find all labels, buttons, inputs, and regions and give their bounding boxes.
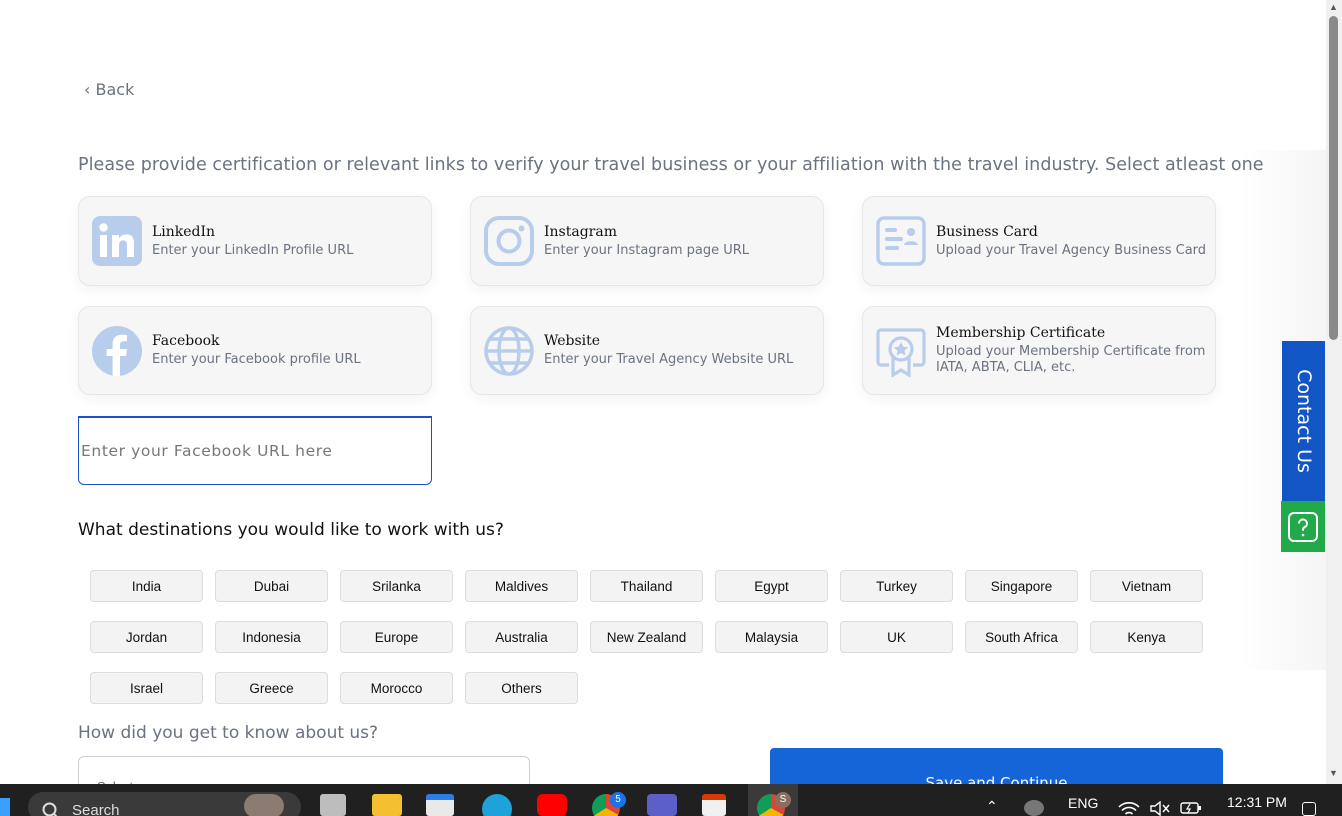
- calendar-app-icon[interactable]: [702, 794, 732, 816]
- destination-chip-indonesia[interactable]: Indonesia: [215, 621, 328, 653]
- scroll-up-arrow-icon[interactable]: ▲: [1329, 2, 1338, 12]
- website-card[interactable]: Website Enter your Travel Agency Website…: [470, 306, 824, 395]
- destination-chip-vietnam[interactable]: Vietnam: [1090, 570, 1203, 602]
- scroll-thumb[interactable]: [1329, 16, 1338, 340]
- card-subtitle: Enter your Facebook profile URL: [152, 352, 361, 367]
- destination-chip-morocco[interactable]: Morocco: [340, 672, 453, 704]
- volume-muted-icon[interactable]: [1150, 801, 1170, 816]
- destination-chip-egypt[interactable]: Egypt: [715, 570, 828, 602]
- destination-chip-turkey[interactable]: Turkey: [840, 570, 953, 602]
- destination-chip-israel[interactable]: Israel: [90, 672, 203, 704]
- destination-chip-europe[interactable]: Europe: [340, 621, 453, 653]
- card-title: Membership Certificate: [936, 325, 1106, 341]
- instagram-card[interactable]: Instagram Enter your Instagram page URL: [470, 196, 824, 286]
- destination-chip-south-africa[interactable]: South Africa: [965, 621, 1078, 653]
- file-explorer-icon[interactable]: [372, 794, 402, 816]
- destination-chip-australia[interactable]: Australia: [465, 621, 578, 653]
- linkedin-card[interactable]: LinkedIn Enter your LinkedIn Profile URL: [78, 196, 432, 286]
- facebook-url-input[interactable]: [78, 416, 432, 485]
- instagram-icon: [483, 215, 535, 267]
- instructions-text: Please provide certification or relevant…: [78, 155, 1264, 175]
- taskbar-search[interactable]: Search: [28, 792, 301, 816]
- card-subtitle-line2: IATA, ABTA, CLIA, etc.: [936, 360, 1076, 375]
- card-title: Facebook: [152, 333, 220, 349]
- chrome-profile-badge: S: [775, 792, 791, 808]
- back-link[interactable]: ‹ Back: [84, 80, 134, 99]
- card-subtitle: Enter your Travel Agency Website URL: [544, 352, 794, 367]
- business-card-icon: [875, 215, 927, 267]
- notification-icon[interactable]: [1302, 802, 1316, 816]
- page: ‹ Back Please provide certification or r…: [0, 0, 1342, 816]
- destination-chip-thailand[interactable]: Thailand: [590, 570, 703, 602]
- chrome-icon[interactable]: 5: [592, 792, 626, 816]
- destination-chip-jordan[interactable]: Jordan: [90, 621, 203, 653]
- destination-chip-malaysia[interactable]: Malaysia: [715, 621, 828, 653]
- certificate-icon: [875, 325, 927, 377]
- wifi-icon[interactable]: [1118, 802, 1140, 816]
- destination-chip-srilanka[interactable]: Srilanka: [340, 570, 453, 602]
- search-highlight-icon: [244, 794, 284, 816]
- store-icon[interactable]: [426, 794, 456, 816]
- business-card-card[interactable]: Business Card Upload your Travel Agency …: [862, 196, 1216, 286]
- facebook-card[interactable]: Facebook Enter your Facebook profile URL: [78, 306, 432, 395]
- edge-icon[interactable]: [482, 794, 512, 816]
- destination-chip-india[interactable]: India: [90, 570, 203, 602]
- question-icon: [1288, 511, 1318, 542]
- tray-chevron-icon[interactable]: ⌃: [986, 798, 998, 815]
- destination-chip-others[interactable]: Others: [465, 672, 578, 704]
- destination-chip-dubai[interactable]: Dubai: [215, 570, 328, 602]
- destination-chip-new-zealand[interactable]: New Zealand: [590, 621, 703, 653]
- windows-start-icon[interactable]: [0, 798, 10, 816]
- language-indicator[interactable]: ENG: [1068, 795, 1098, 811]
- chrome-profile-icon[interactable]: S: [757, 792, 791, 816]
- search-icon: [42, 802, 58, 816]
- destination-chip-singapore[interactable]: Singapore: [965, 570, 1078, 602]
- contact-us-label: Contact Us: [1292, 369, 1315, 473]
- battery-icon[interactable]: [1180, 801, 1202, 815]
- source-heading: How did you get to know about us?: [78, 723, 379, 743]
- card-subtitle-line1: Upload your Membership Certificate from: [936, 344, 1206, 359]
- youtube-icon[interactable]: [537, 794, 567, 816]
- card-subtitle: Enter your LinkedIn Profile URL: [152, 242, 354, 258]
- help-button[interactable]: [1281, 501, 1325, 552]
- destination-chip-maldives[interactable]: Maldives: [465, 570, 578, 602]
- destination-chip-kenya[interactable]: Kenya: [1090, 621, 1203, 653]
- facebook-icon: [91, 325, 143, 377]
- taskbar-search-label: Search: [72, 802, 120, 816]
- contact-us-tab[interactable]: Contact Us: [1282, 341, 1325, 501]
- card-subtitle: Enter your Instagram page URL: [544, 242, 750, 258]
- destinations-heading: What destinations you would like to work…: [78, 520, 504, 540]
- card-subtitle: Upload your Membership Certificate from I…: [936, 344, 1205, 376]
- page-scrollbar[interactable]: ▲ ▼: [1326, 0, 1342, 784]
- destination-chip-greece[interactable]: Greece: [215, 672, 328, 704]
- linkedin-icon: [91, 215, 143, 267]
- card-title: Business Card: [936, 223, 1038, 240]
- card-title: LinkedIn: [152, 223, 216, 240]
- task-view-icon[interactable]: [318, 794, 348, 816]
- globe-icon: [483, 325, 535, 377]
- chrome-badge: 5: [610, 792, 626, 808]
- taskbar: Search 5 S ⌃ ENG 12:31 PM: [0, 784, 1342, 816]
- membership-certificate-card[interactable]: Membership Certificate Upload your Membe…: [862, 306, 1216, 395]
- destination-chip-uk[interactable]: UK: [840, 621, 953, 653]
- card-subtitle: Upload your Travel Agency Business Card: [936, 242, 1207, 258]
- card-title: Website: [544, 333, 601, 349]
- clock[interactable]: 12:31 PM: [1227, 794, 1287, 810]
- teams-icon[interactable]: [647, 794, 677, 816]
- scroll-down-arrow-icon[interactable]: ▼: [1329, 768, 1338, 778]
- card-title: Instagram: [544, 223, 617, 240]
- tray-app-icon[interactable]: [1024, 800, 1044, 816]
